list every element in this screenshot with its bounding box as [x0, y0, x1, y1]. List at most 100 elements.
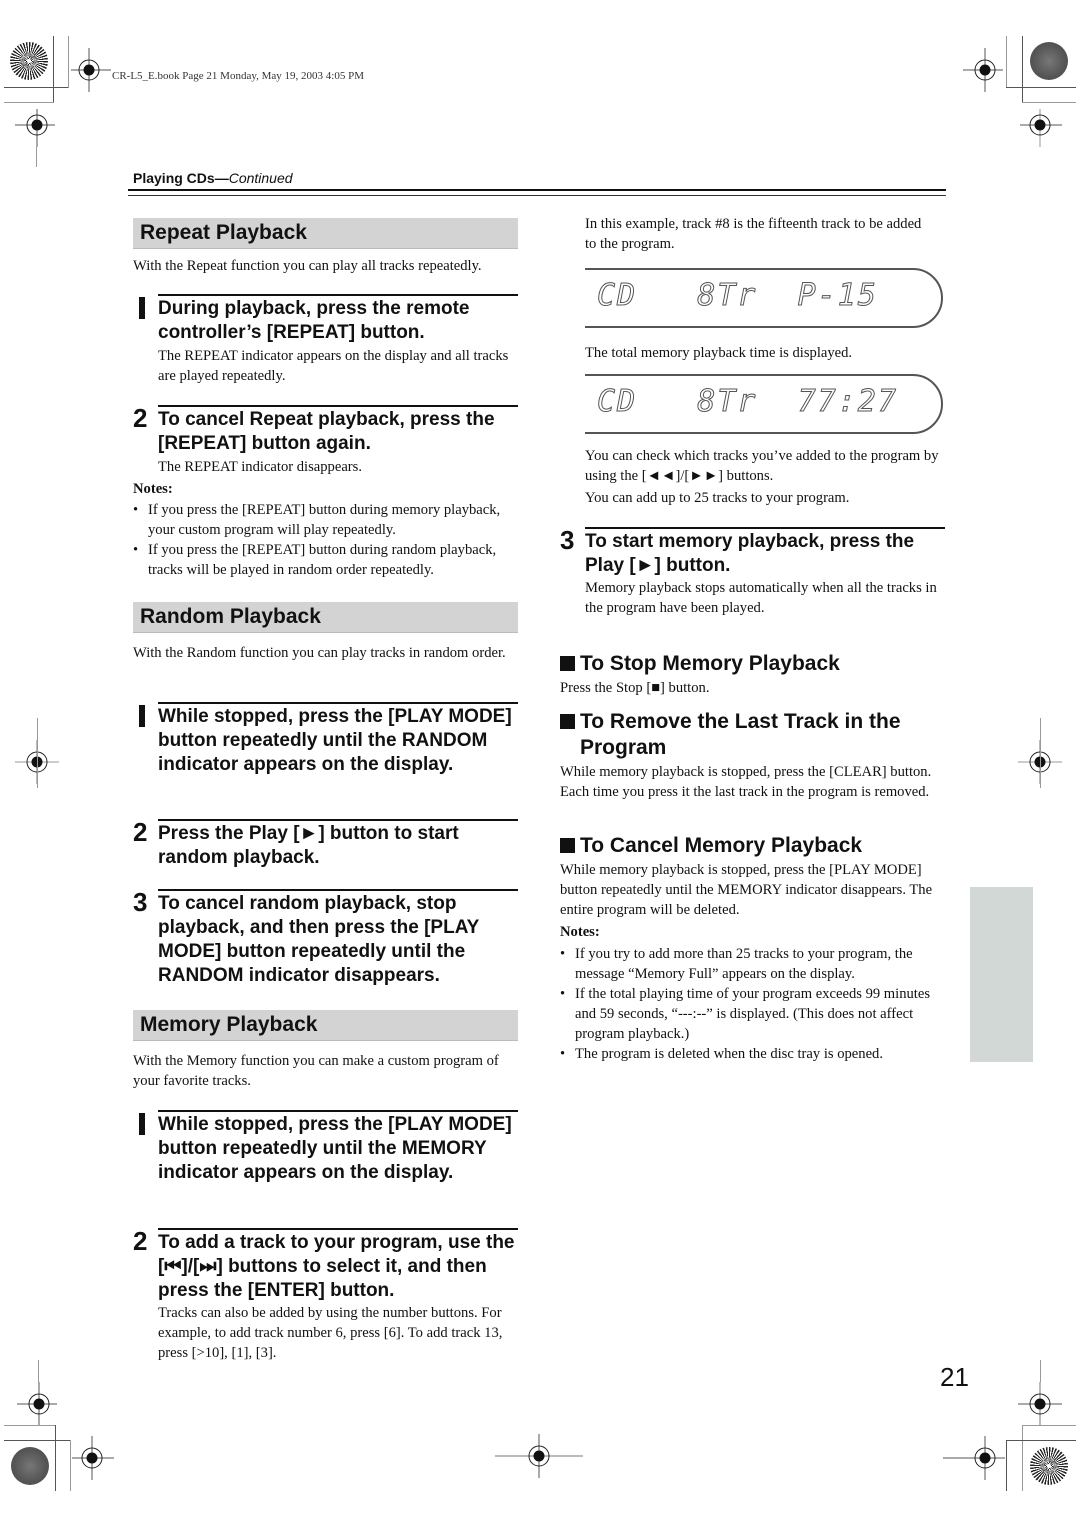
step-number [139, 297, 145, 319]
subheading-text: To Remove the Last Track in the Program [580, 710, 901, 759]
step-rule [158, 294, 518, 296]
crop-line [4, 1425, 56, 1426]
registration-mark-icon [943, 1436, 1005, 1480]
lcd-readout: CD 8Tr P-15 [597, 278, 878, 314]
note-item: If you try to add more than 25 tracks to… [560, 944, 953, 984]
subheading-stop: To Stop Memory Playback [560, 651, 960, 677]
step-rule [158, 819, 518, 821]
step-1: While stopped, press the [PLAY MODE] but… [133, 1110, 518, 1210]
crop-line [1022, 1425, 1023, 1491]
step-3: 3 To cancel random playback, stop playba… [133, 889, 518, 989]
registration-mark-icon [1018, 1382, 1062, 1426]
example-text: In this example, track #8 is the fifteen… [585, 216, 922, 252]
section-banner: Repeat Playback [133, 218, 518, 249]
step-3: 3 To start memory playback, press the Pl… [560, 527, 945, 622]
step-title: To start memory playback, press the Play… [585, 531, 915, 576]
step-number [139, 1113, 145, 1135]
registration-mark-icon [17, 1382, 57, 1426]
max-tracks-text: You can add up to 25 tracks to your prog… [585, 490, 850, 506]
crop-line [37, 718, 38, 788]
step-number: 3 [560, 525, 575, 555]
square-bullet-icon [560, 838, 575, 853]
crop-line [1040, 718, 1041, 788]
crop-line [4, 1440, 71, 1441]
color-target-icon [11, 1447, 49, 1485]
step-rule [158, 405, 518, 407]
section-banner: Random Playback [133, 602, 518, 633]
color-target-icon [10, 42, 48, 80]
lcd-display-program: CD 8Tr P-15 [585, 268, 943, 328]
cancel-text: While memory playback is stopped, press … [560, 862, 933, 918]
step-title: While stopped, press the [PLAY MODE] but… [158, 1114, 512, 1183]
step-number: 3 [133, 887, 148, 917]
step-number: 2 [133, 817, 148, 847]
step-title: During playback, press the remote contro… [158, 298, 470, 343]
crop-line [55, 1425, 56, 1491]
header-rule [128, 195, 946, 196]
notes-label: Notes: [133, 481, 173, 497]
step-rule [158, 1228, 518, 1230]
time-text: The total memory playback time is displa… [585, 345, 853, 361]
subheading-cancel: To Cancel Memory Playback [560, 833, 960, 859]
note-item: If the total playing time of your progra… [560, 984, 953, 1044]
running-head-title: Playing CDs— [133, 170, 229, 186]
note-item: The program is deleted when the disc tra… [560, 1044, 953, 1064]
section-intro: With the Repeat function you can play al… [133, 258, 482, 274]
registration-mark-icon [963, 48, 1003, 92]
subheading-remove: To Remove the Last Track in the Program [560, 709, 940, 761]
registration-mark-icon [72, 1436, 114, 1480]
step-2: 2 To cancel Repeat playback, press the [… [133, 405, 518, 475]
header-rule [128, 189, 946, 191]
crop-line [1040, 1360, 1041, 1382]
running-head-suffix: Continued [228, 170, 293, 186]
crop-line [1022, 36, 1023, 102]
step-title: To cancel Repeat playback, press the [RE… [158, 409, 495, 454]
step-1: During playback, press the remote contro… [133, 294, 518, 389]
remove-text: While memory playback is stopped, press … [560, 764, 932, 800]
section-heading: Random Playback [140, 605, 321, 628]
step-rule [158, 889, 518, 891]
subheading-text: To Stop Memory Playback [580, 652, 840, 675]
crop-line [36, 147, 37, 167]
step-title: Press the Play [►] button to start rando… [158, 823, 459, 868]
step-rule [158, 702, 518, 704]
running-head: Playing CDs—Continued [133, 170, 293, 186]
step-1: While stopped, press the [PLAY MODE] but… [133, 702, 518, 802]
chapter-tab [970, 887, 1033, 1062]
lcd-display-time: CD 8Tr 77:27 [585, 374, 943, 434]
crop-line [1022, 1425, 1076, 1426]
note-item: If you press the [REPEAT] button during … [133, 540, 523, 580]
step-number: 2 [133, 403, 148, 433]
square-bullet-icon [560, 656, 575, 671]
section-heading: Repeat Playback [140, 221, 307, 244]
step-description: Tracks can also be added by using the nu… [158, 1305, 503, 1361]
step-description: Memory playback stops automatically when… [585, 580, 937, 616]
step-2: 2 Press the Play [►] button to start ran… [133, 819, 518, 871]
crop-line [53, 36, 54, 102]
notes-label: Notes: [560, 924, 600, 940]
crop-line [4, 87, 68, 88]
step-title: While stopped, press the [PLAY MODE] but… [158, 706, 512, 775]
step-title: To cancel random playback, stop playback… [158, 893, 479, 986]
section-intro: With the Random function you can play tr… [133, 645, 506, 661]
stop-text: Press the Stop [■] button. [560, 680, 710, 696]
page-number: 21 [940, 1362, 969, 1392]
step-number [139, 705, 145, 727]
note-item: If you press the [REPEAT] button during … [133, 500, 523, 540]
step-title: To add a track to your program, use the … [158, 1232, 515, 1301]
step-rule [585, 527, 945, 529]
step-rule [158, 1110, 518, 1112]
step-number: 2 [133, 1226, 148, 1256]
section-intro: With the Memory function you can make a … [133, 1053, 499, 1089]
registration-mark-icon [1020, 109, 1062, 147]
step-2: 2 To add a track to your program, use th… [133, 1228, 518, 1368]
registration-mark-icon [15, 109, 55, 147]
section-heading: Memory Playback [140, 1013, 318, 1036]
color-target-icon [1030, 1447, 1068, 1485]
color-target-icon [1030, 42, 1068, 80]
crop-line [1006, 1440, 1076, 1441]
crop-line [38, 1360, 39, 1382]
registration-mark-icon [71, 48, 111, 92]
square-bullet-icon [560, 714, 575, 729]
step-description: The REPEAT indicator disappears. [158, 459, 362, 475]
